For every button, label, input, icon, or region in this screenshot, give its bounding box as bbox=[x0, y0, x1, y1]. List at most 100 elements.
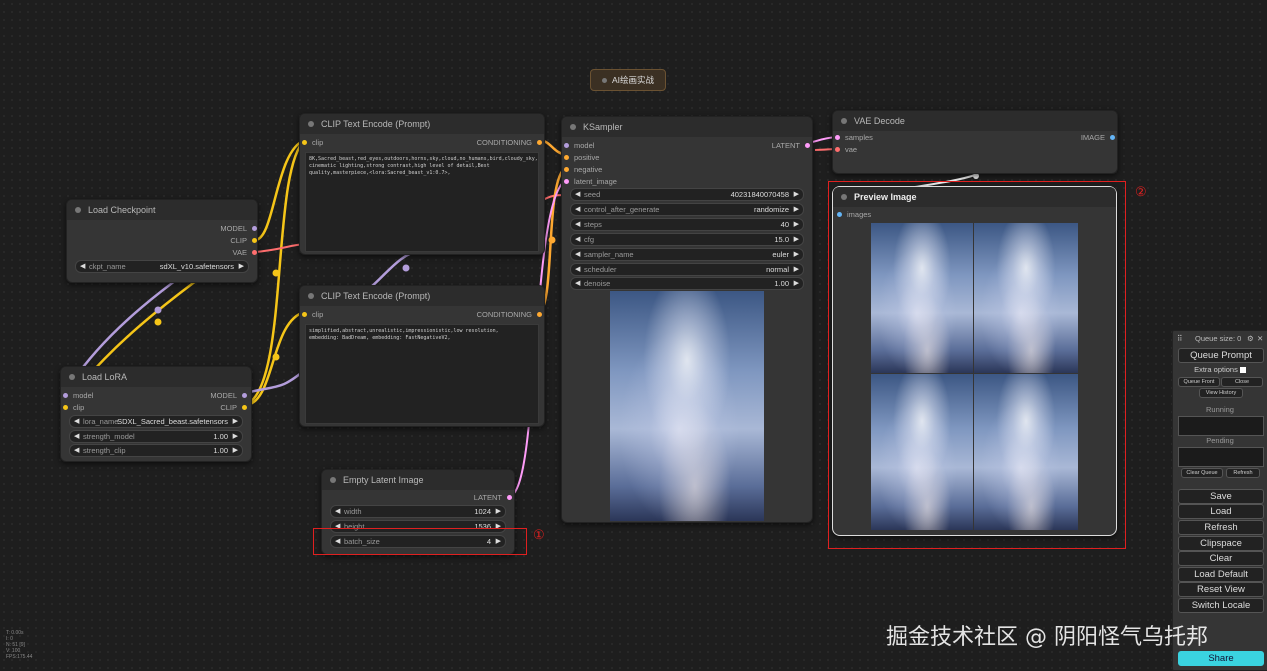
input-clip[interactable]: clip bbox=[302, 138, 323, 147]
save-button[interactable]: Save bbox=[1178, 489, 1264, 504]
pin-icon[interactable] bbox=[805, 143, 810, 148]
output-clip[interactable]: CLIP bbox=[220, 403, 247, 412]
extra-options-checkbox[interactable] bbox=[1239, 367, 1246, 374]
node-header[interactable]: Empty Latent Image bbox=[322, 470, 514, 490]
collapse-dot-icon[interactable] bbox=[308, 120, 314, 127]
width-slider[interactable]: ◀ width 1024 ▶ bbox=[330, 505, 506, 518]
running-list[interactable] bbox=[1178, 416, 1264, 436]
ckpt-name-combo[interactable]: ◀ ckpt_name sdXL_v10.safetensors ▶ bbox=[75, 260, 249, 273]
clear-button[interactable]: Clear bbox=[1178, 551, 1264, 566]
reset-view-button[interactable]: Reset View bbox=[1178, 582, 1264, 597]
lora-name-combo[interactable]: ◀ lora_name SDXL_Sacred_beast.safetensor… bbox=[69, 415, 243, 428]
view-history-button[interactable]: View History bbox=[1199, 388, 1243, 398]
output-clip[interactable]: CLIP bbox=[230, 236, 257, 245]
group-title[interactable]: AI绘画实战 bbox=[590, 69, 666, 91]
node-header[interactable]: KSampler bbox=[562, 117, 812, 137]
close-button[interactable]: Close bbox=[1221, 377, 1263, 387]
close-icon[interactable]: ✕ bbox=[1257, 331, 1263, 347]
arrow-right-icon[interactable]: ▶ bbox=[794, 234, 799, 245]
collapse-dot-icon[interactable] bbox=[330, 476, 336, 483]
pin-icon[interactable] bbox=[302, 312, 307, 317]
output-model[interactable]: MODEL bbox=[220, 224, 257, 233]
arrow-right-icon[interactable]: ▶ bbox=[496, 506, 501, 517]
input-model[interactable]: model bbox=[564, 141, 594, 150]
node-header[interactable]: CLIP Text Encode (Prompt) bbox=[300, 286, 544, 306]
queue-header[interactable]: ⠿ Queue size: 0 ⚙ ✕ bbox=[1173, 331, 1267, 347]
load-button[interactable]: Load bbox=[1178, 504, 1264, 519]
share-button[interactable]: Share bbox=[1178, 651, 1264, 666]
clip-text-encode-negative-node[interactable]: CLIP Text Encode (Prompt) clip CONDITION… bbox=[299, 285, 545, 427]
collapse-dot-icon[interactable] bbox=[75, 206, 81, 213]
arrow-left-icon[interactable]: ◀ bbox=[575, 234, 580, 245]
input-latent-image[interactable]: latent_image bbox=[564, 177, 617, 186]
input-negative[interactable]: negative bbox=[564, 165, 602, 174]
arrow-left-icon[interactable]: ◀ bbox=[575, 278, 580, 289]
arrow-left-icon[interactable]: ◀ bbox=[575, 264, 580, 275]
strength-clip-slider[interactable]: ◀ strength_clip 1.00 ▶ bbox=[69, 444, 243, 457]
arrow-right-icon[interactable]: ▶ bbox=[233, 431, 238, 442]
arrow-left-icon[interactable]: ◀ bbox=[335, 506, 340, 517]
pin-icon[interactable] bbox=[835, 135, 840, 140]
pin-icon[interactable] bbox=[302, 140, 307, 145]
drag-handle-icon[interactable]: ⠿ bbox=[1177, 331, 1183, 347]
arrow-left-icon[interactable]: ◀ bbox=[575, 249, 580, 260]
arrow-left-icon[interactable]: ◀ bbox=[74, 445, 79, 456]
arrow-left-icon[interactable]: ◀ bbox=[74, 416, 79, 427]
node-header[interactable]: VAE Decode bbox=[833, 111, 1117, 131]
output-latent[interactable]: LATENT bbox=[772, 141, 810, 150]
cfg-widget[interactable]: ◀ cfg 15.0 ▶ bbox=[570, 233, 804, 246]
steps-widget[interactable]: ◀ steps 40 ▶ bbox=[570, 218, 804, 231]
load-default-button[interactable]: Load Default bbox=[1178, 567, 1264, 582]
pending-list[interactable] bbox=[1178, 447, 1264, 467]
output-conditioning[interactable]: CONDITIONING bbox=[477, 138, 542, 147]
pin-icon[interactable] bbox=[63, 405, 68, 410]
denoise-widget[interactable]: ◀ denoise 1.00 ▶ bbox=[570, 277, 804, 290]
pin-icon[interactable] bbox=[252, 250, 257, 255]
collapse-dot-icon[interactable] bbox=[69, 373, 75, 380]
ksampler-node[interactable]: KSampler model positive negative latent_… bbox=[561, 116, 813, 523]
seed-widget[interactable]: ◀ seed 40231840070458 ▶ bbox=[570, 188, 804, 201]
node-header[interactable]: Load Checkpoint bbox=[67, 200, 257, 220]
arrow-right-icon[interactable]: ▶ bbox=[233, 416, 238, 427]
input-model[interactable]: model bbox=[63, 391, 93, 400]
arrow-right-icon[interactable]: ▶ bbox=[794, 278, 799, 289]
output-conditioning[interactable]: CONDITIONING bbox=[477, 310, 542, 319]
load-checkpoint-node[interactable]: Load Checkpoint MODEL CLIP VAE ◀ ckpt_na… bbox=[66, 199, 258, 283]
arrow-left-icon[interactable]: ◀ bbox=[575, 204, 580, 215]
arrow-right-icon[interactable]: ▶ bbox=[794, 204, 799, 215]
pin-icon[interactable] bbox=[507, 495, 512, 500]
input-vae[interactable]: vae bbox=[835, 145, 857, 154]
switch-locale-button[interactable]: Switch Locale bbox=[1178, 598, 1264, 613]
prompt-textarea[interactable]: 8K,Sacred_beast,red_eyes,outdoors,horns,… bbox=[305, 152, 539, 252]
pin-icon[interactable] bbox=[537, 312, 542, 317]
extra-options-row[interactable]: Extra options bbox=[1178, 365, 1262, 374]
arrow-right-icon[interactable]: ▶ bbox=[794, 219, 799, 230]
refresh-button[interactable]: Refresh bbox=[1178, 520, 1264, 535]
load-lora-node[interactable]: Load LoRA model clip MODEL CLIP ◀ lora_n… bbox=[60, 366, 252, 462]
pin-icon[interactable] bbox=[564, 179, 569, 184]
pin-icon[interactable] bbox=[564, 143, 569, 148]
arrow-right-icon[interactable]: ▶ bbox=[794, 264, 799, 275]
control-after-generate-widget[interactable]: ◀ control_after_generate randomize ▶ bbox=[570, 203, 804, 216]
queue-prompt-button[interactable]: Queue Prompt bbox=[1178, 348, 1264, 363]
prompt-textarea[interactable]: simplified,abstract,unrealistic,impressi… bbox=[305, 324, 539, 424]
pin-icon[interactable] bbox=[537, 140, 542, 145]
arrow-left-icon[interactable]: ◀ bbox=[575, 219, 580, 230]
node-header[interactable]: CLIP Text Encode (Prompt) bbox=[300, 114, 544, 134]
pin-icon[interactable] bbox=[63, 393, 68, 398]
output-latent[interactable]: LATENT bbox=[474, 493, 512, 502]
output-vae[interactable]: VAE bbox=[233, 248, 257, 257]
collapse-dot-icon[interactable] bbox=[308, 292, 314, 299]
scheduler-widget[interactable]: ◀ scheduler normal ▶ bbox=[570, 263, 804, 276]
pin-icon[interactable] bbox=[564, 155, 569, 160]
arrow-right-icon[interactable]: ▶ bbox=[233, 445, 238, 456]
clipspace-button[interactable]: Clipspace bbox=[1178, 536, 1264, 551]
arrow-right-icon[interactable]: ▶ bbox=[794, 249, 799, 260]
arrow-right-icon[interactable]: ▶ bbox=[239, 261, 244, 272]
gear-icon[interactable]: ⚙ bbox=[1247, 331, 1254, 347]
arrow-right-icon[interactable]: ▶ bbox=[794, 189, 799, 200]
pin-icon[interactable] bbox=[564, 167, 569, 172]
arrow-left-icon[interactable]: ◀ bbox=[74, 431, 79, 442]
sampler-name-widget[interactable]: ◀ sampler_name euler ▶ bbox=[570, 248, 804, 261]
arrow-left-icon[interactable]: ◀ bbox=[575, 189, 580, 200]
